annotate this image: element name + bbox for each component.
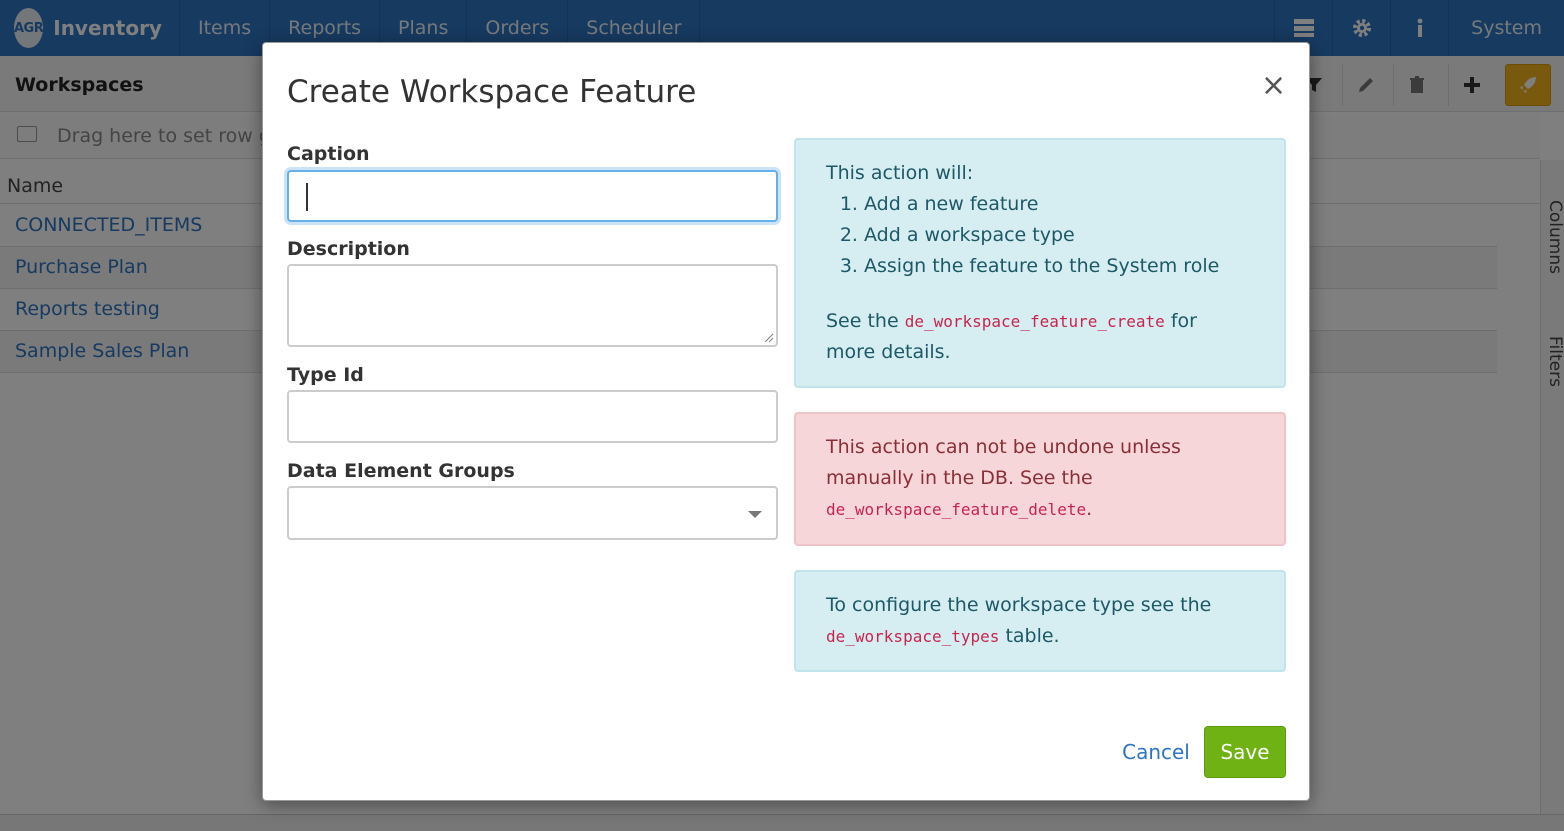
caption-label: Caption — [287, 143, 370, 165]
danger-code-line: de_workspace_feature_delete. — [826, 494, 1254, 525]
danger-code: de_workspace_feature_delete — [826, 500, 1087, 519]
config-code-line: de_workspace_types table. — [826, 621, 1254, 652]
dialog-title: Create Workspace Feature — [287, 74, 697, 110]
chevron-down-icon[interactable] — [748, 511, 762, 518]
danger-line-2: manually in the DB. See the — [826, 467, 1093, 489]
info-step: Add a new feature — [864, 189, 1254, 220]
save-button[interactable]: Save — [1204, 726, 1286, 778]
info-steps: Add a new feature Add a workspace type A… — [864, 189, 1254, 282]
caption-input[interactable] — [287, 170, 778, 222]
create-workspace-feature-dialog: Create Workspace Feature × Caption Descr… — [262, 42, 1310, 801]
info-see-line: See the de_workspace_feature_create for — [826, 306, 1254, 337]
info-step: Add a workspace type — [864, 220, 1254, 251]
config-suffix: table. — [1005, 625, 1060, 647]
info-code: de_workspace_feature_create — [904, 312, 1165, 331]
danger-line-1: This action can not be undone unless — [826, 436, 1181, 458]
danger-alert: This action can not be undone unless man… — [794, 412, 1286, 546]
info-see-prefix: See the — [826, 310, 899, 332]
cancel-button[interactable]: Cancel — [1111, 726, 1201, 778]
info-alert: This action will: Add a new feature Add … — [794, 138, 1286, 388]
info-intro: This action will: — [826, 162, 974, 184]
data-element-groups-select[interactable] — [287, 486, 778, 540]
config-alert: To configure the workspace type see the … — [794, 570, 1286, 672]
description-label: Description — [287, 238, 410, 260]
info-more-details: more details. — [826, 341, 951, 363]
description-textarea[interactable] — [287, 264, 778, 347]
resize-grip-icon[interactable] — [762, 331, 774, 343]
type-id-label: Type Id — [287, 364, 364, 386]
info-step: Assign the feature to the System role — [864, 251, 1254, 282]
close-icon[interactable]: × — [1261, 71, 1286, 101]
config-prefix: To configure the workspace type see the — [826, 594, 1212, 616]
info-see-suffix: for — [1170, 310, 1197, 332]
data-element-groups-label: Data Element Groups — [287, 460, 515, 482]
danger-period: . — [1086, 498, 1093, 520]
type-id-input[interactable] — [287, 390, 778, 443]
text-caret — [306, 183, 308, 211]
config-code: de_workspace_types — [826, 627, 1000, 646]
